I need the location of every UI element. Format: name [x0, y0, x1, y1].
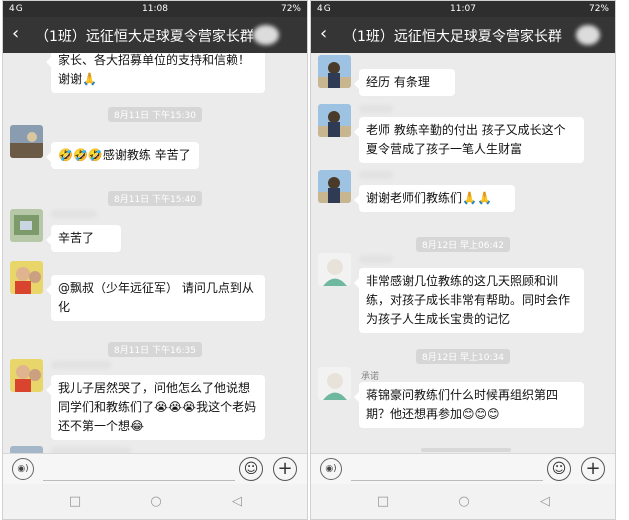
battery-level: 72% [588, 4, 609, 14]
message-bubble[interactable]: 辛苦了 [46, 225, 121, 252]
timestamp: 8月12日 早上10:34 [311, 345, 615, 364]
back-arrow-icon[interactable]: ‹ [12, 23, 19, 44]
obscured-mute-icon [253, 25, 279, 45]
message-input[interactable] [351, 480, 543, 481]
chat-header: ‹ （1班）远征恒大足球夏令营家长群 [311, 17, 615, 53]
sender-name: 承诺 [361, 372, 380, 382]
message-bubble[interactable]: 经历 有条理 [354, 69, 455, 96]
more-plus-icon[interactable]: + [273, 457, 297, 481]
voice-input-icon[interactable]: ◉) [12, 458, 34, 480]
message-input[interactable] [43, 480, 235, 481]
avatar[interactable] [10, 209, 43, 242]
sender-name-blurred [51, 361, 111, 369]
message-bubble[interactable]: 非常感谢几位教练的这几天照顾和训练，对孩子成长非常有帮助。同时会作为孩子人生成长… [354, 268, 584, 333]
sender-name-blurred [359, 171, 393, 179]
message-bubble[interactable]: 谢谢老师们教练们🙏🙏 [354, 185, 515, 212]
emoji-icon[interactable]: ☺ [547, 457, 571, 481]
phone-screen-right: 4G 11:07 72% ‹ （1班）远征恒大足球夏令营家长群 经历 有条理 老… [310, 0, 616, 520]
system-nav-bar: □ ○ ◁ [3, 484, 307, 519]
input-bar: ◉) ☺ + [311, 453, 615, 484]
obscured-mute-icon [576, 25, 600, 45]
emoji-icon[interactable]: ☺ [239, 457, 263, 481]
avatar[interactable] [10, 125, 43, 158]
chat-header: ‹ （1班）远征恒大足球夏令营家长群 [3, 17, 307, 53]
message-bubble[interactable]: 老师 教练辛勤的付出 孩子又成长这个夏令营成了孩子一笔人生财富 [354, 117, 584, 163]
phone-screen-left: 4G 11:08 72% ‹ （1班）远征恒大足球夏令营家长群 家长、各大招募单… [2, 0, 308, 520]
avatar[interactable] [318, 55, 351, 88]
avatar[interactable] [318, 104, 351, 137]
back-arrow-icon[interactable]: ‹ [320, 23, 327, 44]
status-time: 11:08 [142, 4, 168, 14]
nav-back-icon[interactable]: ◁ [535, 494, 555, 509]
timestamp: 8月11日 下午16:35 [3, 338, 307, 357]
input-bar: ◉) ☺ + [3, 453, 307, 484]
sender-name-blurred [359, 105, 393, 113]
avatar[interactable] [318, 170, 351, 203]
status-bar: 4G 11:07 72% [311, 1, 615, 17]
message-list: 家长、各大招募单位的支持和信赖！谢谢🙏 8月11日 下午15:30 🤣🤣🤣感谢教… [3, 53, 307, 453]
system-nav-bar: □ ○ ◁ [311, 484, 615, 519]
avatar[interactable] [318, 253, 351, 286]
more-plus-icon[interactable]: + [581, 457, 605, 481]
avatar[interactable] [10, 446, 43, 453]
avatar[interactable] [10, 359, 43, 392]
message-bubble[interactable]: @飘叔（少年远征军） 请问几点到从化 [46, 275, 265, 321]
recent-apps-icon[interactable]: □ [373, 494, 393, 509]
avatar[interactable] [318, 367, 351, 400]
timestamp: 8月11日 下午15:40 [3, 187, 307, 206]
status-bar: 4G 11:08 72% [3, 1, 307, 17]
sender-name-blurred [51, 210, 97, 218]
message-bubble[interactable]: 家长、各大招募单位的支持和信赖！谢谢🙏 [46, 53, 265, 93]
timestamp: 8月11日 下午15:30 [3, 103, 307, 122]
recent-apps-icon[interactable]: □ [65, 494, 85, 509]
group-title: （1班）远征恒大足球夏令营家长群 [343, 29, 562, 45]
nav-back-icon[interactable]: ◁ [227, 494, 247, 509]
sender-name-blurred [359, 255, 393, 263]
home-icon[interactable]: ○ [454, 494, 474, 509]
message-list: 经历 有条理 老师 教练辛勤的付出 孩子又成长这个夏令营成了孩子一笔人生财富 谢… [311, 53, 615, 453]
avatar[interactable] [10, 261, 43, 294]
message-bubble[interactable]: 🤣🤣🤣感谢教练 辛苦了 [46, 142, 199, 169]
voice-input-icon[interactable]: ◉) [320, 458, 342, 480]
scroll-indicator [421, 448, 511, 452]
battery-level: 72% [280, 4, 301, 14]
timestamp: 8月12日 早上06:42 [311, 233, 615, 252]
status-time: 11:07 [450, 4, 476, 14]
message-bubble[interactable]: 蒋锦豪问教练们什么时候再组织第四期？他还想再参加😊😊😊 [354, 382, 584, 428]
message-bubble[interactable]: 我儿子居然哭了，问他怎么了他说想同学们和教练们了😭😭😭我这个老妈还不第一个想😂 [46, 375, 265, 440]
home-icon[interactable]: ○ [146, 494, 166, 509]
